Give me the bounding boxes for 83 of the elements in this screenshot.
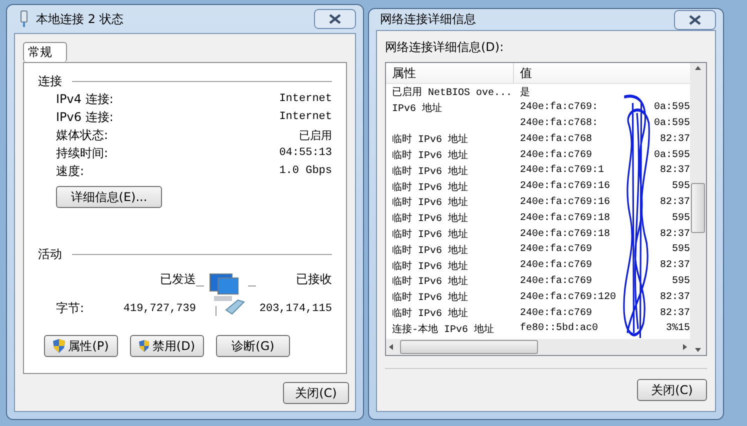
value-cell-text: 是 [519,86,531,99]
window-title: 网络连接详细信息 [380,11,477,28]
property-cell-text: 临时 IPv6 地址 [391,244,470,257]
property-cell-text: 临时 IPv6 地址 [391,274,470,288]
value-cell-text: 0a:595 [652,150,690,161]
property-cell-text: 临时 IPv6 地址 [391,260,470,273]
field-label: IPv4 连接: [56,90,114,108]
value-cell-text: 595 [670,244,690,256]
bytes-label: 字节: [56,300,86,317]
value-cell-text: 240e:fa:c769 [519,150,594,161]
value-cell-text: 3%15 [664,323,690,334]
value-cell-text: 0a:595 [652,118,690,129]
close-button[interactable]: 关闭(C) [637,379,707,401]
value-cell-text: 240e:fa:c769 [519,244,594,256]
property-cell-text: 临时 IPv6 地址 [391,180,470,194]
value-cell-text: 240e:fa:c769:16 [519,181,612,192]
value-cell-text: 82:37 [658,228,690,240]
section-heading: 连接 [38,73,62,90]
details-button[interactable]: 详细信息(E)... [56,186,162,208]
shield-button[interactable]: 禁用(D) [130,335,204,357]
value-cell-text: 240e:fa:c769 [519,308,594,319]
value-cell-text: 82:37 [658,260,690,272]
field-label: 持续时间: [56,144,108,162]
value-cell-text: 82:37 [658,134,690,145]
window-title: 本地连接 2 状态 [36,10,124,28]
field-value: Internet [279,111,332,123]
value-cell-text: 82:37 [658,292,690,303]
shield-button[interactable]: 属性(P) [44,335,118,357]
value-cell-text: 240e:fa:c768 [519,134,594,145]
value-cell-text: 82:37 [658,165,690,176]
value-cell-text: 240e:fa:c768: [519,118,600,129]
bytes-sent: 419,727,739 [123,302,196,314]
property-cell-text: 临时 IPv6 地址 [391,196,470,210]
horizontal-scrollbar[interactable] [386,339,690,355]
value-cell-text: 595 [670,212,690,224]
value-cell-text: 82:37 [658,308,690,319]
value-cell-text: 240e:fa:c769:16 [519,196,612,208]
vertical-scrollbar[interactable] [690,63,706,355]
value-cell-text: 82:37 [658,196,690,208]
value-cell-text: 595 [670,276,690,287]
value-cell-text: 595 [670,181,690,192]
property-cell-text: IPv6 地址 [391,102,444,115]
field-label: 媒体状态: [56,126,108,144]
field-value: Internet [279,93,332,105]
field-value: 1.0 Gbps [279,165,332,177]
property-cell-text: 已启用 NetBIOS ove... [391,86,514,99]
value-cell-text: 240e:fa:c769 [519,260,594,272]
value-cell-text: 240e:fa:c769:18 [519,228,612,240]
close-icon[interactable] [674,10,716,30]
bytes-received: 203,174,115 [259,302,332,314]
field-value: 04:55:13 [279,147,332,159]
scroll-thumb[interactable] [400,340,538,354]
column-header[interactable]: 值 [514,63,690,83]
property-cell-text: 临时 IPv6 地址 [391,132,470,146]
sent-label: 已发送 [160,271,196,288]
field-label: 速度: [56,162,84,180]
value-cell-text: 240e:fa:c769:18 [519,212,612,224]
property-cell-text: 连接-本地 IPv6 地址 [391,322,496,336]
tab[interactable]: 常规 [23,42,67,62]
property-cell-text: 临时 IPv6 地址 [391,212,470,226]
property-cell-text: 临时 IPv6 地址 [391,164,470,178]
scroll-thumb[interactable] [691,183,705,233]
field-value: 已启用 [299,128,332,142]
field-label: IPv6 连接: [56,108,114,126]
list-label: 网络连接详细信息(D): [385,39,505,56]
action-button[interactable]: 诊断(G) [216,335,290,357]
property-cell-text: 临时 IPv6 地址 [391,228,470,242]
column-header[interactable]: 属性 [386,63,514,83]
network-adapter-icon [18,10,30,28]
received-label: 已接收 [296,271,332,288]
value-cell-text: 240e:fa:c769:120 [519,292,618,303]
property-cell-text: 临时 IPv6 地址 [391,290,470,304]
value-cell-text: 0a:595 [652,102,690,114]
property-cell-text: 临时 IPv6 地址 [391,306,470,320]
value-cell-text: 240e:fa:c769: [519,102,600,114]
value-cell-text: 240e:fa:c769:1 [519,165,606,176]
network-computers-icon [196,272,256,316]
property-cell-text: 临时 IPv6 地址 [391,148,470,162]
value-cell-text: 240e:fa:c769 [519,276,594,287]
close-button[interactable]: 关闭(C) [283,382,349,404]
section-heading: 活动 [38,246,62,263]
close-icon[interactable] [314,9,356,29]
value-cell-text: fe80::5bd:ac0 [519,323,600,334]
